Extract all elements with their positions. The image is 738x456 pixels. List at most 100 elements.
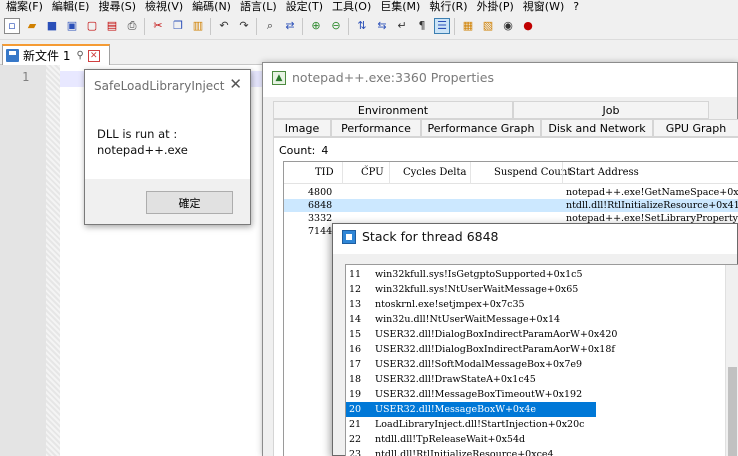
menu-item-7[interactable]: 工具(O) — [326, 0, 374, 13]
sync-vertical-icon[interactable]: ⇅ — [354, 18, 370, 34]
menu-item-5[interactable]: 語言(L) — [234, 0, 280, 13]
monitoring-icon[interactable]: ◉ — [500, 18, 516, 34]
sync-horizontal-icon[interactable]: ⇆ — [374, 18, 390, 34]
fold-margin — [46, 65, 60, 456]
save-all-icon[interactable]: ▣ — [64, 18, 80, 34]
save-icon[interactable]: ■ — [44, 18, 60, 34]
menu-item-12[interactable]: ? — [567, 0, 582, 13]
menu-item-11[interactable]: 視窗(W) — [517, 0, 567, 13]
list-item-selected[interactable]: 20 USER32.dll!MessageBoxW+0x4e — [346, 402, 596, 417]
ok-button[interactable]: 確定 — [146, 191, 233, 214]
menu-item-6[interactable]: 設定(T) — [280, 0, 326, 13]
column-cycles-delta[interactable]: Cycles Delta — [403, 167, 466, 178]
print-icon[interactable]: ⎙ — [124, 18, 140, 34]
tab-performance-graph[interactable]: Performance Graph — [421, 119, 541, 137]
list-item[interactable]: 11 win32kfull.sys!IsGetgptoSupported+0x1c… — [346, 267, 596, 282]
tab-row-1: Environment Job — [273, 101, 709, 119]
show-all-chars-icon[interactable]: ¶ — [414, 18, 430, 34]
folder-workspace-icon[interactable]: ▧ — [480, 18, 496, 34]
toolbar-separator — [302, 18, 303, 35]
tab-label: 新文件 1 — [23, 49, 71, 63]
frame-number: 11 — [349, 269, 362, 280]
message-box-footer: 確定 — [85, 179, 250, 224]
stack-title: Stack for thread 6848 — [362, 229, 499, 244]
list-item[interactable]: 16 USER32.dll!DialogBoxIndirectParamAorW+… — [346, 342, 615, 357]
list-item[interactable]: 17 USER32.dll!SoftModalMessageBox+0x7e9 — [346, 357, 596, 372]
new-file-icon[interactable]: ▫ — [4, 18, 20, 34]
open-file-icon[interactable]: ▰ — [24, 18, 40, 34]
list-item[interactable]: 18 USER32.dll!DrawStateA+0x1c45 — [346, 372, 596, 387]
scrollbar[interactable] — [725, 265, 738, 456]
list-item[interactable]: 15 USER32.dll!DialogBoxIndirectParamAorW+… — [346, 327, 617, 342]
indent-guide-icon[interactable]: ☰ — [434, 18, 450, 34]
tab-performance[interactable]: Performance — [331, 119, 421, 137]
menu-item-10[interactable]: 外掛(P) — [471, 0, 517, 13]
record-macro-icon[interactable]: ● — [520, 18, 536, 34]
frame-function: win32kfull.sys!IsGetgptoSupported+0x1c5 — [375, 269, 583, 280]
frame-number: 21 — [349, 419, 362, 430]
paste-icon[interactable]: ▥ — [190, 18, 206, 34]
column-start-address[interactable]: Start Address — [569, 167, 639, 178]
stack-frame-list[interactable]: 11 win32kfull.sys!IsGetgptoSupported+0x1c… — [345, 264, 738, 456]
pin-icon[interactable]: ⚲ — [76, 50, 83, 61]
redo-icon[interactable]: ↷ — [236, 18, 252, 34]
close-tab-icon[interactable]: ✕ — [87, 49, 100, 62]
list-item[interactable]: 22 ntdll.dll!TpReleaseWait+0x54d — [346, 432, 596, 447]
line-number: 1 — [22, 70, 30, 84]
undo-icon[interactable]: ↶ — [216, 18, 232, 34]
word-wrap-icon[interactable]: ↵ — [394, 18, 410, 34]
zoom-out-icon[interactable]: ⊖ — [328, 18, 344, 34]
tab-disk-and-network[interactable]: Disk and Network — [541, 119, 653, 137]
column-tid[interactable]: TID — [315, 167, 334, 178]
stack-window: Stack for thread 6848 11 win32kfull.sys!I… — [332, 223, 738, 456]
frame-function: USER32.dll!DialogBoxIndirectParamAorW+0x… — [375, 344, 615, 355]
cut-icon[interactable]: ✂ — [150, 18, 166, 34]
copy-icon[interactable]: ❐ — [170, 18, 186, 34]
function-list-icon[interactable]: ▦ — [460, 18, 476, 34]
column-divider — [389, 162, 390, 184]
menu-item-3[interactable]: 檢視(V) — [139, 0, 186, 13]
list-item[interactable]: 23 ntdll.dll!RtlInitializeResource+0xce4 — [346, 447, 596, 456]
frame-number: 19 — [349, 389, 362, 400]
frame-function: USER32.dll!MessageBoxW+0x4e — [375, 404, 537, 415]
menu-item-4[interactable]: 編碼(N) — [186, 0, 234, 13]
tab-new-document[interactable]: 新文件 1 ⚲ ✕ — [2, 44, 110, 65]
table-row[interactable]: 6848 ntdll.dll!RtlInitializeResource+0x4… — [284, 199, 738, 212]
list-item[interactable]: 12 win32kfull.sys!NtUserWaitMessage+0x65 — [346, 282, 596, 297]
tab-gpu-graph[interactable]: GPU Graph — [653, 119, 738, 137]
thread-start-address: notepad++.exe!GetNameSpace+0x10d38 — [566, 187, 738, 198]
tab-environment[interactable]: Environment — [273, 101, 513, 119]
list-item[interactable]: 19 USER32.dll!MessageBoxTimeoutW+0x192 — [346, 387, 596, 402]
thread-list-header: TID CPU ⌄ Cycles Delta Suspend Count Sta… — [284, 160, 738, 184]
list-item[interactable]: 14 win32u.dll!NtUserWaitMessage+0x14 — [346, 312, 596, 327]
list-item[interactable]: 13 ntoskrnl.exe!setjmpex+0x7c35 — [346, 297, 596, 312]
frame-number: 17 — [349, 359, 362, 370]
replace-icon[interactable]: ⇄ — [282, 18, 298, 34]
tab-job[interactable]: Job — [513, 101, 709, 119]
menu-item-8[interactable]: 巨集(M) — [374, 0, 423, 13]
toolbar-separator — [210, 18, 211, 35]
close-all-icon[interactable]: ▤ — [104, 18, 120, 34]
tab-row-2: Image Performance Performance Graph Disk… — [273, 119, 738, 137]
column-suspend-count[interactable]: Suspend Count — [494, 167, 571, 178]
close-icon[interactable]: ▢ — [84, 18, 100, 34]
find-icon[interactable]: ⌕ — [262, 18, 278, 34]
frame-number: 16 — [349, 344, 362, 355]
menu-item-9[interactable]: 執行(R) — [423, 0, 470, 13]
menu-item-2[interactable]: 搜尋(S) — [92, 0, 139, 13]
scroll-thumb[interactable] — [728, 367, 737, 456]
thread-tid: 3332 — [308, 213, 333, 224]
line-number-gutter: 1 — [0, 65, 46, 456]
frame-function: ntdll.dll!TpReleaseWait+0x54d — [375, 434, 526, 445]
column-divider — [562, 162, 563, 184]
menu-item-0[interactable]: 檔案(F) — [0, 0, 46, 13]
process-explorer-icon: ▲ — [272, 71, 286, 85]
thread-tid: 6848 — [308, 200, 333, 211]
list-item[interactable]: 21 LoadLibraryInject.dll!StartInjection+0… — [346, 417, 596, 432]
message-box-title: SafeLoadLibraryInject — [94, 79, 225, 93]
tab-image[interactable]: Image — [273, 119, 331, 137]
zoom-in-icon[interactable]: ⊕ — [308, 18, 324, 34]
menu-item-1[interactable]: 編輯(E) — [46, 0, 93, 13]
table-row[interactable]: 4800 notepad++.exe!GetNameSpace+0x10d38 — [284, 186, 738, 199]
close-icon[interactable]: ✕ — [229, 75, 242, 93]
